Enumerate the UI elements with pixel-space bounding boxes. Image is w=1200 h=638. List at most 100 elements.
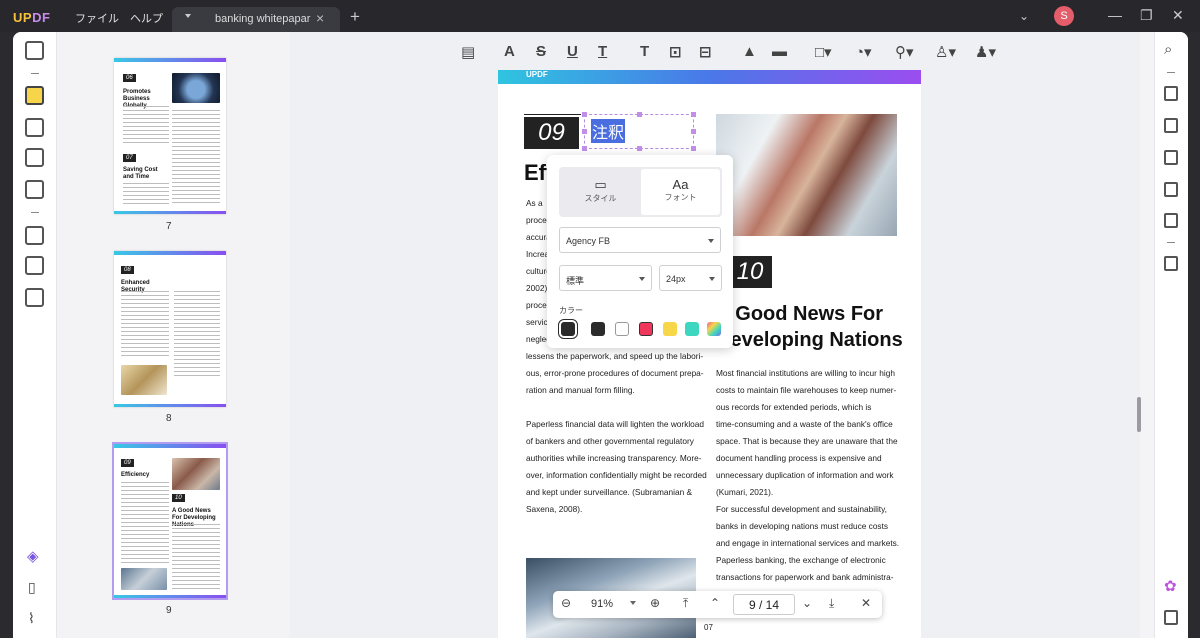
font-family-select[interactable]: Agency FB — [559, 227, 721, 253]
strikethrough-icon[interactable]: S — [536, 43, 546, 60]
font-option[interactable]: Aa フォント — [641, 169, 720, 215]
layers-stack-icon[interactable]: ◈ — [27, 547, 39, 565]
page-number-field[interactable]: 9 / 14 — [733, 594, 795, 615]
color-swatch-white[interactable] — [615, 322, 629, 336]
divider — [524, 114, 581, 115]
first-page-icon[interactable]: ⤒ — [683, 596, 688, 611]
color-swatch-custom[interactable] — [707, 322, 721, 336]
current-page[interactable]: 9 — [749, 598, 756, 612]
minimize-icon[interactable]: — — [1108, 7, 1122, 23]
mail-icon[interactable] — [1164, 213, 1178, 228]
convert-icon[interactable] — [25, 180, 44, 199]
thumbnail-page-8[interactable]: 08 Enhanced Security — [114, 251, 226, 407]
thumb-num: 08 — [121, 266, 134, 274]
page-header-bar: UPDF — [498, 70, 921, 84]
resize-handle[interactable] — [637, 112, 642, 117]
style-option-label: スタイル — [584, 194, 617, 203]
stamp-icon[interactable]: ♙▾ — [935, 43, 956, 61]
resize-handle[interactable] — [582, 129, 587, 134]
zoom-dropdown-icon[interactable] — [630, 601, 636, 605]
color-swatch-black[interactable] — [591, 322, 605, 336]
right-tool-rail: ⌕ ✿ — [1154, 32, 1188, 638]
comment-tool-icon[interactable] — [25, 86, 44, 105]
zoom-level[interactable]: 91% — [591, 598, 613, 610]
restore-icon[interactable]: ❐ — [1140, 7, 1153, 24]
text-box-icon[interactable]: ⊡ — [669, 43, 682, 61]
thumb-text — [172, 524, 220, 590]
ai-assistant-icon[interactable]: ✿ — [1164, 577, 1177, 595]
last-page-icon[interactable]: ⤓ — [829, 596, 834, 611]
close-window-icon[interactable]: ✕ — [1172, 7, 1184, 24]
signature-icon[interactable]: ♟▾ — [975, 43, 996, 61]
resize-handle[interactable] — [691, 112, 696, 117]
resize-handle[interactable] — [637, 146, 642, 151]
ocr-icon[interactable] — [1164, 86, 1178, 101]
resize-handle[interactable] — [691, 129, 696, 134]
page-brand: UPDF — [526, 70, 548, 79]
resize-handle[interactable] — [582, 146, 587, 151]
color-swatch-black-selected[interactable] — [558, 319, 578, 339]
squiggly-underline-icon[interactable]: T — [598, 43, 607, 60]
thumb-title: Efficiency — [121, 472, 150, 478]
close-navigation-icon[interactable]: ✕ — [861, 596, 871, 610]
edit-pdf-icon[interactable] — [25, 118, 44, 137]
protect-icon[interactable] — [1164, 150, 1178, 165]
right-column-text: Most financial institutions are willing … — [716, 368, 900, 599]
layers-icon[interactable] — [25, 288, 44, 307]
menu-help[interactable]: ヘルプ — [130, 10, 163, 26]
selected-text-box[interactable]: 注釈 — [582, 112, 696, 151]
resize-handle[interactable] — [582, 112, 587, 117]
reader-icon[interactable] — [25, 41, 44, 60]
thumb-title: Saving Cost and Time — [123, 167, 158, 180]
thumbnail-page-9[interactable]: 09 Efficiency 10 A Good News For Develop… — [112, 442, 228, 600]
font-properties-popover: ▭ スタイル Aa フォント Agency FB 標準 24px カラー — [547, 155, 733, 348]
sticker-icon[interactable]: ◔▾ — [855, 43, 872, 61]
document-tab[interactable]: banking whitepapar × — [172, 7, 340, 32]
thumb-num: 07 — [123, 154, 136, 162]
color-swatch-red[interactable] — [639, 322, 653, 336]
attachment-icon[interactable]: ⌇ — [28, 610, 35, 627]
thumbnail-page-7[interactable]: 06 Promotes Business Globally 07 Saving … — [114, 58, 226, 214]
crop-icon[interactable] — [25, 256, 44, 275]
tab-dropdown-icon[interactable] — [185, 14, 191, 18]
font-size-select[interactable]: 24px — [659, 265, 722, 291]
avatar[interactable]: S — [1054, 6, 1074, 26]
next-page-icon[interactable]: ⌄ — [802, 596, 812, 610]
convert-file-icon[interactable] — [1164, 118, 1178, 133]
color-swatch-teal[interactable] — [685, 322, 699, 336]
divider — [1167, 72, 1175, 73]
divider — [31, 212, 39, 213]
shape-icon[interactable]: □▾ — [815, 43, 832, 61]
comment-icon[interactable]: ▤ — [461, 43, 475, 61]
eraser-icon[interactable]: ▬ — [772, 43, 787, 60]
tab-title: banking whitepapar — [215, 13, 311, 25]
bookmark-icon[interactable]: ▯ — [28, 579, 36, 596]
highlight-icon[interactable]: A — [504, 43, 515, 60]
comments-panel-icon[interactable] — [1164, 610, 1178, 625]
new-tab-icon[interactable]: + — [350, 7, 360, 27]
zoom-in-icon[interactable]: ⊕ — [650, 596, 660, 610]
selected-annotation-text[interactable]: 注釈 — [591, 119, 626, 143]
zoom-out-icon[interactable]: ⊖ — [561, 596, 571, 610]
resize-handle[interactable] — [691, 146, 696, 151]
style-font-toggle: ▭ スタイル Aa フォント — [559, 167, 722, 217]
font-icon: Aa — [672, 177, 689, 192]
chevron-down-icon[interactable]: ⌄ — [1019, 9, 1029, 23]
close-tab-icon[interactable]: × — [316, 10, 324, 26]
text-icon[interactable]: T — [640, 43, 649, 60]
search-icon[interactable]: ⌕ — [1164, 41, 1172, 58]
style-option[interactable]: ▭ スタイル — [561, 169, 640, 215]
save-icon[interactable] — [1164, 256, 1178, 271]
previous-page-icon[interactable]: ⌃ — [710, 596, 720, 610]
color-swatch-yellow[interactable] — [663, 322, 677, 336]
underline-icon[interactable]: U — [567, 43, 578, 60]
menu-file[interactable]: ファイル — [75, 10, 119, 26]
text-callout-icon[interactable]: ⊟ — [699, 43, 712, 61]
vertical-scrollbar[interactable] — [1137, 397, 1141, 432]
organize-pages-icon[interactable] — [25, 226, 44, 245]
share-icon[interactable] — [1164, 182, 1178, 197]
form-icon[interactable] — [25, 148, 44, 167]
pin-icon[interactable]: ⚲▾ — [895, 43, 914, 61]
font-weight-select[interactable]: 標準 — [559, 265, 652, 291]
pencil-icon[interactable]: ▲ — [742, 43, 757, 60]
